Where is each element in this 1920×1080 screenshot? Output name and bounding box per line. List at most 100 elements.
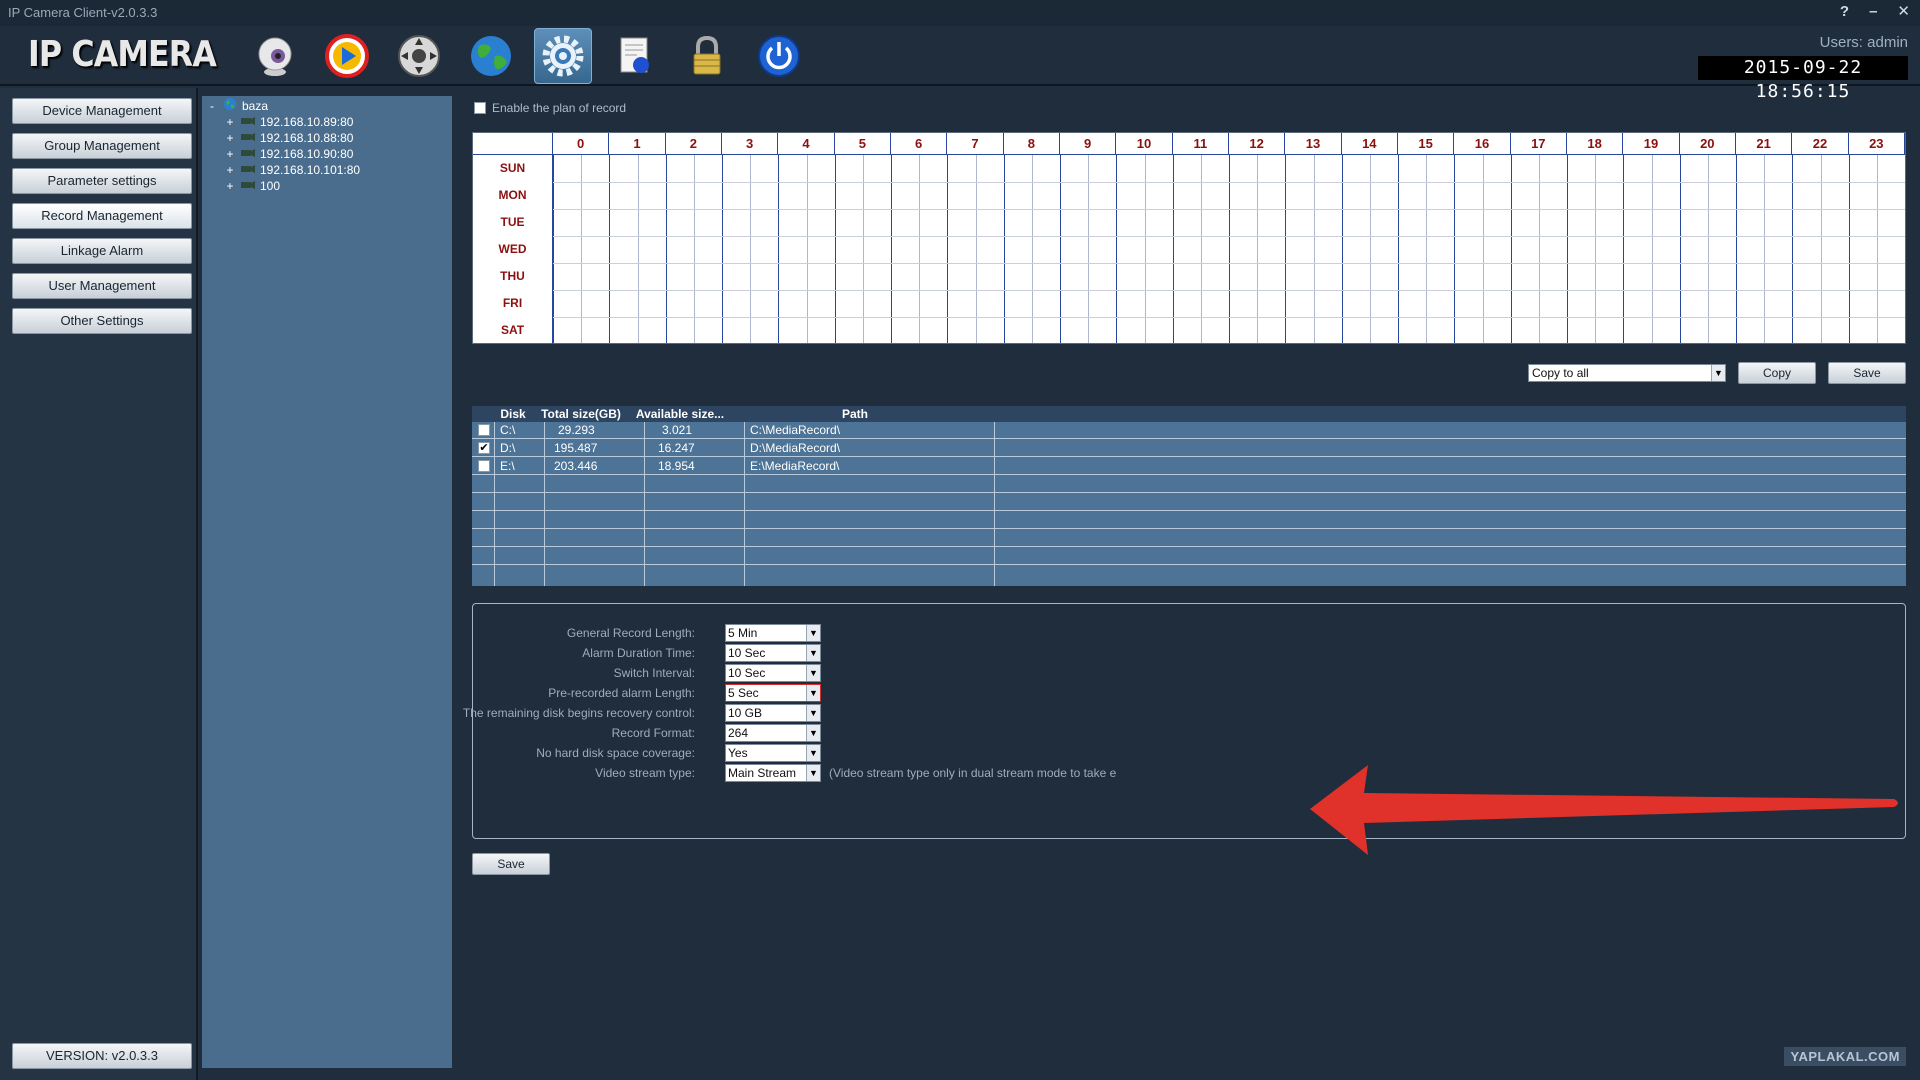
tree-expander[interactable]: + — [224, 114, 236, 130]
help-button[interactable]: ? — [1840, 0, 1849, 26]
hour-header[interactable]: 21 — [1736, 133, 1793, 155]
tree-expander[interactable]: + — [224, 162, 236, 178]
hour-header[interactable]: 12 — [1229, 133, 1286, 155]
sidebar-item-parameter-settings[interactable]: Parameter settings — [12, 168, 192, 194]
copy-button[interactable]: Copy — [1738, 362, 1816, 384]
sidebar-item-record-management[interactable]: Record Management — [12, 203, 192, 229]
hour-header[interactable]: 8 — [1003, 133, 1060, 155]
table-row[interactable]: E:\ 203.446 18.954 E:\MediaRecord\ — [472, 458, 1906, 475]
hour-header[interactable]: 17 — [1510, 133, 1567, 155]
hour-header[interactable]: 13 — [1285, 133, 1342, 155]
tree-item[interactable]: + 192.168.10.90:80 — [206, 146, 448, 162]
tree-expander[interactable]: - — [206, 98, 218, 114]
dropdown-arrow-icon[interactable]: ▼ — [1711, 365, 1725, 381]
hour-header[interactable]: 23 — [1848, 133, 1905, 155]
sidebar-item-user-management[interactable]: User Management — [12, 273, 192, 299]
day-label[interactable]: TUE — [473, 209, 553, 236]
alarm-duration-select[interactable]: 10 Sec ▼ — [725, 644, 821, 662]
disk-checkbox[interactable] — [478, 424, 490, 436]
tree-item[interactable]: + 192.168.10.89:80 — [206, 114, 448, 130]
hour-header[interactable]: 14 — [1341, 133, 1398, 155]
copy-target-select[interactable]: Copy to all ▼ — [1528, 364, 1726, 382]
dropdown-arrow-icon[interactable]: ▼ — [806, 665, 820, 681]
switch-interval-select[interactable]: 10 Sec ▼ — [725, 664, 821, 682]
hour-header[interactable]: 3 — [722, 133, 779, 155]
col-header-total[interactable]: Total size(GB) — [532, 406, 630, 422]
lock-button[interactable] — [678, 28, 736, 84]
dropdown-arrow-icon[interactable]: ▼ — [806, 685, 820, 701]
record-format-select[interactable]: 264 ▼ — [725, 724, 821, 742]
disk-recovery-select[interactable]: 10 GB ▼ — [725, 704, 821, 722]
day-label[interactable]: SUN — [473, 155, 553, 182]
day-label[interactable]: SAT — [473, 317, 553, 344]
hour-header[interactable]: 2 — [665, 133, 722, 155]
video-stream-type-select[interactable]: Main Stream ▼ — [725, 764, 821, 782]
hour-header[interactable]: 11 — [1172, 133, 1229, 155]
col-header-available[interactable]: Available size... — [630, 406, 730, 422]
sidebar-item-other-settings[interactable]: Other Settings — [12, 308, 192, 334]
col-header-disk[interactable]: Disk — [494, 406, 532, 422]
hour-header[interactable]: 20 — [1679, 133, 1736, 155]
param-label: Alarm Duration Time: — [582, 646, 695, 660]
enable-plan-row[interactable]: Enable the plan of record — [474, 101, 626, 115]
hour-header[interactable]: 18 — [1567, 133, 1624, 155]
dropdown-arrow-icon[interactable]: ▼ — [806, 625, 820, 641]
dropdown-arrow-icon[interactable]: ▼ — [806, 745, 820, 761]
tree-expander[interactable]: + — [224, 130, 236, 146]
general-record-length-select[interactable]: 5 Min ▼ — [725, 624, 821, 642]
ptz-control-icon — [398, 35, 440, 77]
tree-item[interactable]: + 100 — [206, 178, 448, 194]
live-view-button[interactable] — [246, 28, 304, 84]
enable-plan-checkbox[interactable] — [474, 102, 486, 114]
dropdown-arrow-icon[interactable]: ▼ — [806, 705, 820, 721]
grid-line — [553, 290, 1905, 291]
day-label[interactable]: MON — [473, 182, 553, 209]
playback-button[interactable] — [318, 28, 376, 84]
tree-expander[interactable]: + — [224, 178, 236, 194]
day-label[interactable]: THU — [473, 263, 553, 290]
table-row[interactable]: ✔ D:\ 195.487 16.247 D:\MediaRecord\ — [472, 440, 1906, 457]
table-row[interactable]: C:\ 29.293 3.021 C:\MediaRecord\ — [472, 422, 1906, 439]
hour-header[interactable]: 6 — [891, 133, 948, 155]
disk-coverage-select[interactable]: Yes ▼ — [725, 744, 821, 762]
hour-header[interactable]: 10 — [1116, 133, 1173, 155]
select-value: 264 — [728, 726, 749, 740]
record-schedule-grid[interactable]: 0 1 2 3 4 5 6 7 8 9 10 11 12 13 14 15 16 17 18 19 20 21 22 23 SU… — [472, 132, 1906, 344]
hour-header[interactable]: 1 — [609, 133, 666, 155]
dropdown-arrow-icon[interactable]: ▼ — [806, 725, 820, 741]
ptz-button[interactable] — [390, 28, 448, 84]
hour-header[interactable]: 5 — [834, 133, 891, 155]
map-button[interactable] — [462, 28, 520, 84]
tree-root[interactable]: - baza — [206, 97, 448, 114]
tree-item[interactable]: + 192.168.10.88:80 — [206, 130, 448, 146]
minimize-button[interactable]: – — [1869, 0, 1877, 26]
schedule-save-button[interactable]: Save — [1828, 362, 1906, 384]
day-label[interactable]: WED — [473, 236, 553, 263]
hour-header[interactable]: 0 — [553, 133, 610, 155]
tree-item[interactable]: + 192.168.10.101:80 — [206, 162, 448, 178]
day-label[interactable]: FRI — [473, 290, 553, 317]
close-button[interactable]: ✕ — [1897, 0, 1910, 26]
dropdown-arrow-icon[interactable]: ▼ — [806, 765, 820, 781]
hour-header[interactable]: 22 — [1792, 133, 1849, 155]
col-header-path[interactable]: Path — [730, 406, 980, 422]
param-row: General Record Length: 5 Min ▼ — [473, 624, 1905, 644]
tree-expander[interactable]: + — [224, 146, 236, 162]
sidebar-item-linkage-alarm[interactable]: Linkage Alarm — [12, 238, 192, 264]
dropdown-arrow-icon[interactable]: ▼ — [806, 645, 820, 661]
log-button[interactable] — [606, 28, 664, 84]
settings-button[interactable] — [534, 28, 592, 84]
hour-header[interactable]: 19 — [1623, 133, 1680, 155]
hour-header[interactable]: 7 — [947, 133, 1004, 155]
hour-header[interactable]: 9 — [1060, 133, 1117, 155]
disk-checkbox[interactable] — [478, 460, 490, 472]
hour-header[interactable]: 4 — [778, 133, 835, 155]
hour-header[interactable]: 15 — [1398, 133, 1455, 155]
pre-recorded-alarm-length-select[interactable]: 5 Sec ▼ — [725, 684, 821, 702]
hour-header[interactable]: 16 — [1454, 133, 1511, 155]
sidebar-item-device-management[interactable]: Device Management — [12, 98, 192, 124]
params-save-button[interactable]: Save — [472, 853, 550, 875]
sidebar-item-group-management[interactable]: Group Management — [12, 133, 192, 159]
disk-checkbox[interactable]: ✔ — [478, 442, 490, 454]
power-button[interactable] — [750, 28, 808, 84]
